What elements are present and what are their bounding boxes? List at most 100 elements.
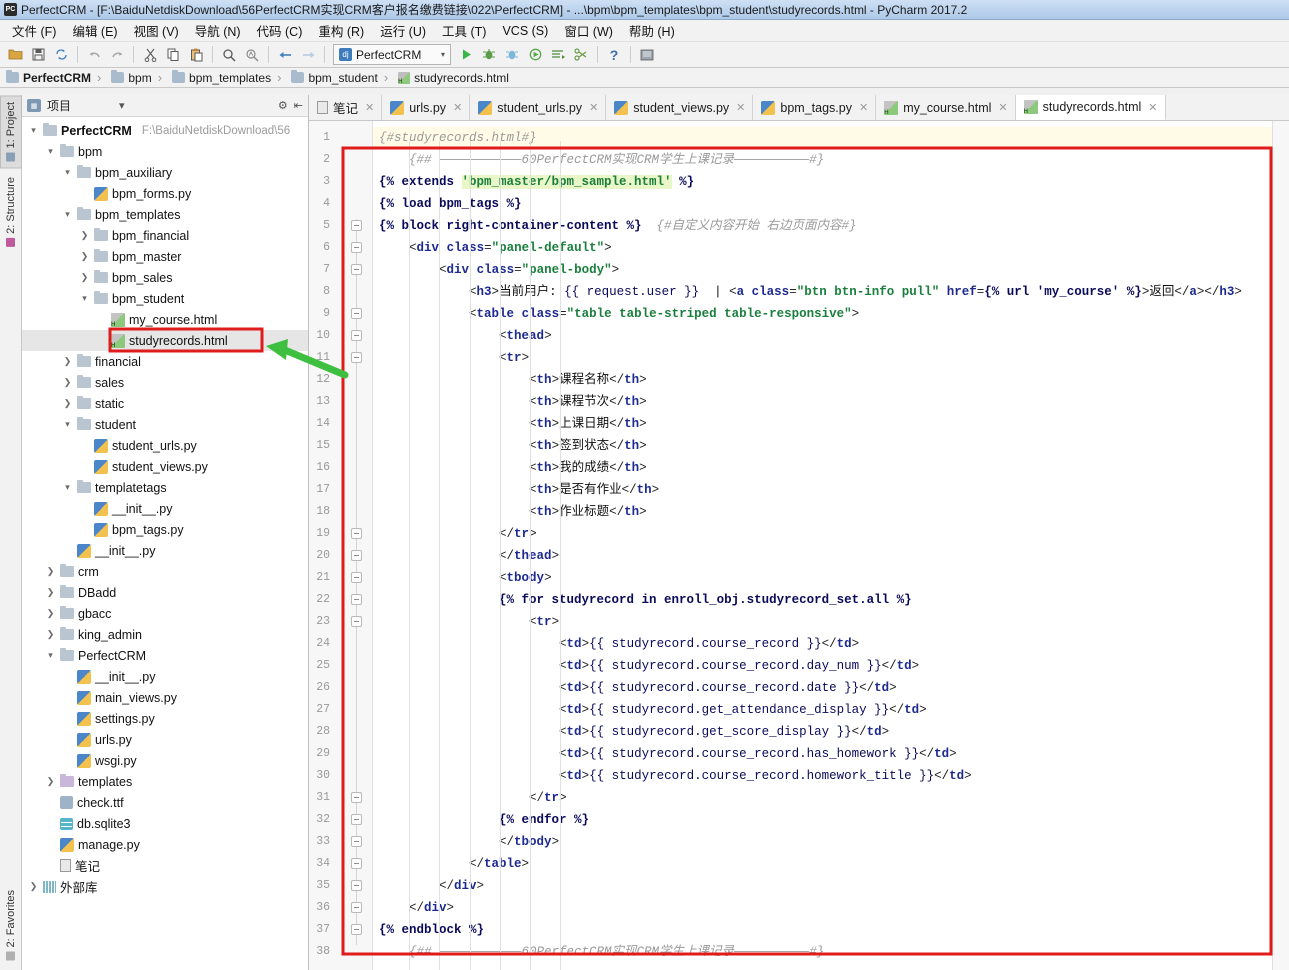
code-line[interactable]: <td>{{ studyrecord.course_record.homewor…: [373, 765, 1272, 787]
tree-node[interactable]: ❯ financial: [22, 351, 308, 372]
run-configuration-selector[interactable]: dj PerfectCRM ▾: [333, 44, 451, 65]
tree-node[interactable]: ▾ PerfectCRM: [22, 645, 308, 666]
code-line[interactable]: {% for studyrecord in enroll_obj.studyre…: [373, 589, 1272, 611]
code-line[interactable]: {#studyrecords.html#}: [373, 127, 1272, 149]
tree-node[interactable]: · wsgi.py: [22, 750, 308, 771]
code-line[interactable]: <div class="panel-default">: [373, 237, 1272, 259]
code-line[interactable]: {## ———————————60PerfectCRM实现CRM学生上课记录——…: [373, 941, 1272, 963]
tree-node[interactable]: ▾ bpm: [22, 141, 308, 162]
code-fold-toggle[interactable]: [351, 880, 362, 891]
attach-icon[interactable]: [570, 44, 592, 66]
chevron-down-icon[interactable]: ▾: [119, 99, 125, 112]
chevron-right-icon[interactable]: ❯: [62, 399, 73, 408]
code-viewport[interactable]: {#studyrecords.html#} {## ———————————60P…: [373, 121, 1272, 970]
breadcrumb-item-2[interactable]: bpm_templates: [158, 70, 277, 85]
code-fold-toggle[interactable]: [351, 242, 362, 253]
code-line[interactable]: {% extends 'bpm_master/bpm_sample.html' …: [373, 171, 1272, 193]
forward-icon[interactable]: [297, 44, 319, 66]
code-line[interactable]: <th>上课日期</th>: [373, 413, 1272, 435]
close-icon[interactable]: ✕: [1148, 101, 1157, 114]
paste-icon[interactable]: [185, 44, 207, 66]
rail-tab-structure[interactable]: 2: Structure: [0, 171, 22, 253]
chevron-right-icon[interactable]: ❯: [62, 378, 73, 387]
code-line[interactable]: <td>{{ studyrecord.course_record.date }}…: [373, 677, 1272, 699]
code-fold-toggle[interactable]: [351, 528, 362, 539]
chevron-right-icon[interactable]: ❯: [45, 777, 56, 786]
code-line[interactable]: <td>{{ studyrecord.get_attendance_displa…: [373, 699, 1272, 721]
chevron-right-icon[interactable]: ❯: [79, 252, 90, 261]
code-line[interactable]: <tr>: [373, 347, 1272, 369]
code-line[interactable]: <th>作业标题</th>: [373, 501, 1272, 523]
undo-icon[interactable]: [83, 44, 105, 66]
tree-node[interactable]: · db.sqlite3: [22, 813, 308, 834]
tree-node[interactable]: · student_urls.py: [22, 435, 308, 456]
code-line[interactable]: {% endfor %}: [373, 809, 1272, 831]
tree-node[interactable]: · bpm_forms.py: [22, 183, 308, 204]
code-line[interactable]: <th>我的成绩</th>: [373, 457, 1272, 479]
chevron-down-icon[interactable]: ▾: [62, 483, 73, 492]
editor-scrollbar[interactable]: [1272, 121, 1289, 970]
tree-node[interactable]: ❯ sales: [22, 372, 308, 393]
code-line[interactable]: </tr>: [373, 787, 1272, 809]
chevron-right-icon[interactable]: ❯: [45, 630, 56, 639]
code-fold-toggle[interactable]: [351, 836, 362, 847]
gear-icon[interactable]: ⚙: [278, 99, 288, 112]
close-icon[interactable]: ✕: [859, 101, 868, 114]
menu-item-2[interactable]: 视图 (V): [126, 19, 187, 42]
chevron-down-icon[interactable]: ▾: [62, 210, 73, 219]
breadcrumb-item-3[interactable]: bpm_student: [277, 70, 384, 85]
tree-node[interactable]: · my_course.html: [22, 309, 308, 330]
code-line[interactable]: <tbody>: [373, 567, 1272, 589]
code-line[interactable]: <table class="table table-striped table-…: [373, 303, 1272, 325]
tree-node[interactable]: ❯ gbacc: [22, 603, 308, 624]
code-line[interactable]: </div>: [373, 897, 1272, 919]
rail-tab-project[interactable]: 1: Project: [0, 95, 22, 169]
tree-node[interactable]: ❯ bpm_master: [22, 246, 308, 267]
tree-node[interactable]: · urls.py: [22, 729, 308, 750]
settings-icon[interactable]: [636, 44, 658, 66]
code-line[interactable]: <div class="panel-body">: [373, 259, 1272, 281]
chevron-down-icon[interactable]: ▾: [28, 126, 39, 135]
editor-tab-student-urls-py[interactable]: student_urls.py ✕: [470, 95, 607, 120]
redo-icon[interactable]: [106, 44, 128, 66]
tree-node[interactable]: ▾ student: [22, 414, 308, 435]
run-console-icon[interactable]: [547, 44, 569, 66]
code-fold-toggle[interactable]: [351, 902, 362, 913]
coverage-icon[interactable]: [501, 44, 523, 66]
profile-icon[interactable]: [524, 44, 546, 66]
editor-tab-studyrecords-html[interactable]: studyrecords.html ✕: [1015, 95, 1166, 120]
code-line[interactable]: {## ———————————60PerfectCRM实现CRM学生上课记录——…: [373, 149, 1272, 171]
replace-icon[interactable]: [241, 44, 263, 66]
editor-gutter[interactable]: 1 2 3 4 5 6 7 8 9 10 11 12 13 14 15 16 17 18 19 20 21 22 23 24 2…: [309, 121, 373, 970]
tree-node[interactable]: ❯ 外部库: [22, 876, 308, 897]
code-fold-toggle[interactable]: [351, 572, 362, 583]
chevron-down-icon[interactable]: ▾: [441, 50, 445, 59]
tree-node[interactable]: ❯ templates: [22, 771, 308, 792]
menu-item-6[interactable]: 运行 (U): [372, 19, 434, 42]
tree-node[interactable]: ❯ DBadd: [22, 582, 308, 603]
chevron-right-icon[interactable]: ❯: [45, 609, 56, 618]
chevron-down-icon[interactable]: ▾: [62, 168, 73, 177]
find-icon[interactable]: [218, 44, 240, 66]
breadcrumb-item-4[interactable]: studyrecords.html: [384, 70, 515, 85]
chevron-right-icon[interactable]: ❯: [62, 357, 73, 366]
menu-item-10[interactable]: 帮助 (H): [621, 19, 683, 42]
code-line[interactable]: <tr>: [373, 611, 1272, 633]
tree-node[interactable]: · manage.py: [22, 834, 308, 855]
close-icon[interactable]: ✕: [998, 101, 1007, 114]
code-line[interactable]: <td>{{ studyrecord.course_record.has_hom…: [373, 743, 1272, 765]
code-line[interactable]: <td>{{ studyrecord.course_record.day_num…: [373, 655, 1272, 677]
code-line[interactable]: <td>{{ studyrecord.get_score_display }}<…: [373, 721, 1272, 743]
menu-item-7[interactable]: 工具 (T): [434, 19, 494, 42]
copy-icon[interactable]: [162, 44, 184, 66]
code-line[interactable]: </div>: [373, 875, 1272, 897]
code-line[interactable]: <thead>: [373, 325, 1272, 347]
run-icon[interactable]: [455, 44, 477, 66]
editor-tab-urls-py[interactable]: urls.py ✕: [382, 95, 471, 120]
cut-icon[interactable]: [139, 44, 161, 66]
code-line[interactable]: <h3>当前用户: {{ request.user }} | <a class=…: [373, 281, 1272, 303]
menu-item-4[interactable]: 代码 (C): [249, 19, 311, 42]
tree-node[interactable]: ▾ bpm_student: [22, 288, 308, 309]
code-fold-toggle[interactable]: [351, 792, 362, 803]
rail-tab-favorites[interactable]: 2: Favorites: [0, 884, 22, 966]
